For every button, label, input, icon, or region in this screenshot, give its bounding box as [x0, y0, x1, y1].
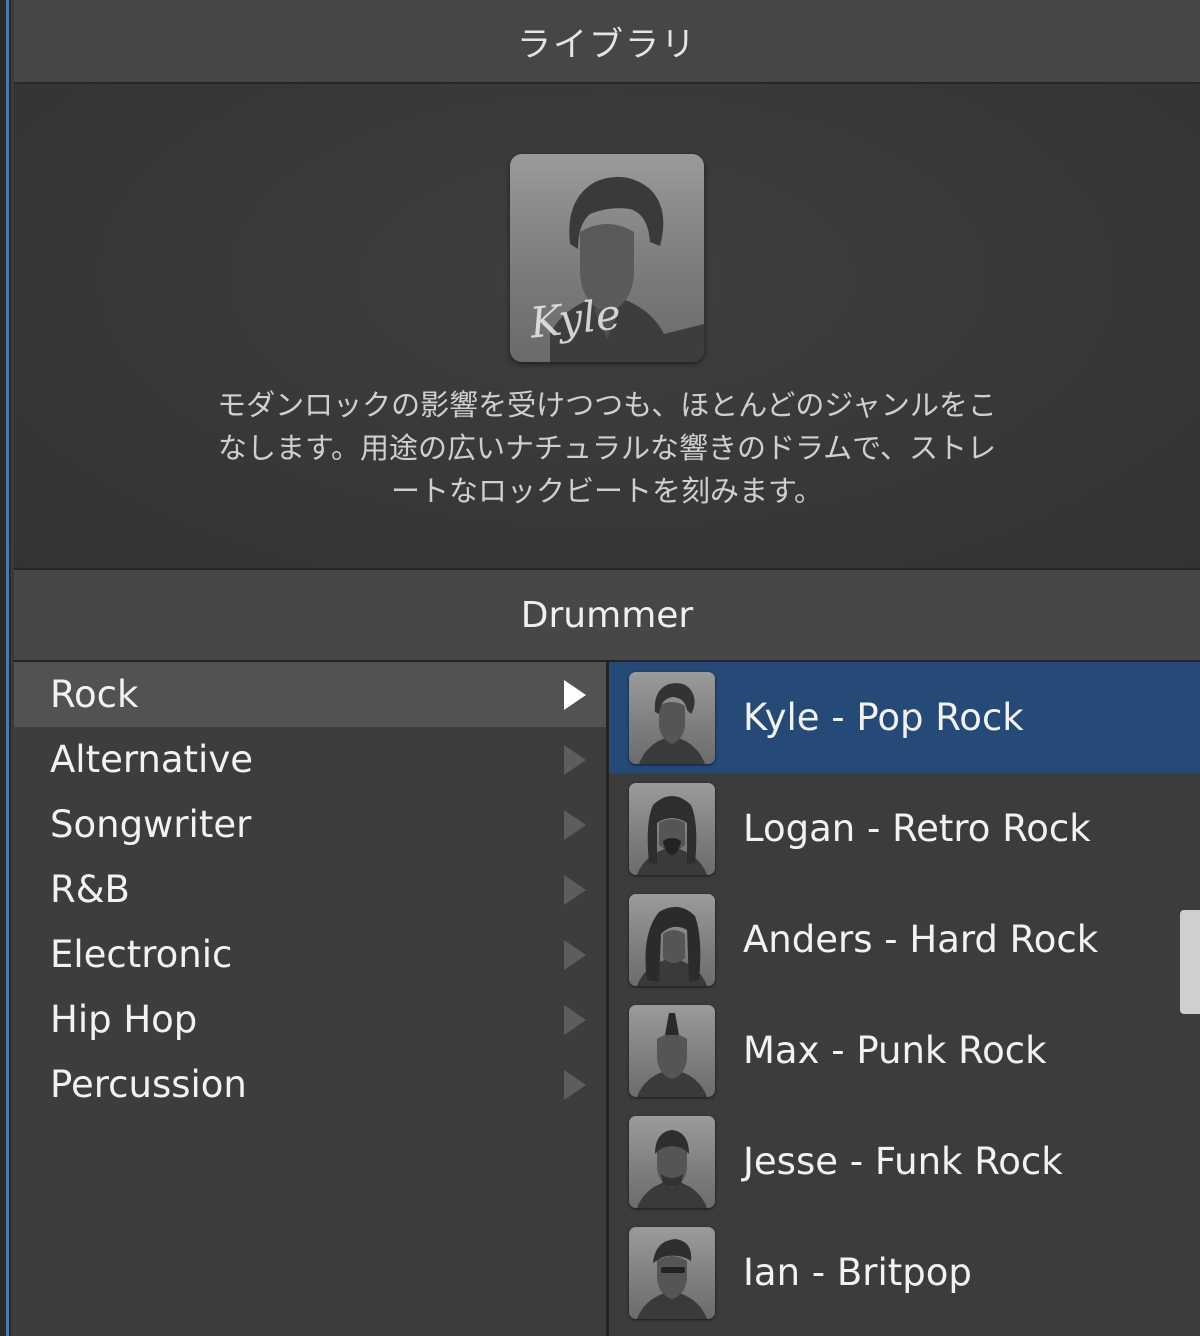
genre-item-songwriter[interactable]: Songwriter	[14, 792, 606, 857]
drummer-item-ian[interactable]: Ian - Britpop	[609, 1217, 1200, 1328]
anders-avatar-icon	[637, 906, 707, 986]
drummer-name: Max - Punk Rock	[743, 1029, 1047, 1072]
genre-item-rnb[interactable]: R&B	[14, 857, 606, 922]
genre-label: Songwriter	[50, 803, 252, 846]
genre-label: Percussion	[50, 1063, 247, 1106]
drummer-info-area: Kyle モダンロックの影響を受けつつも、ほとんどのジャンルをこ なします。用途…	[14, 84, 1200, 570]
drummer-name: Ian - Britpop	[743, 1251, 972, 1294]
max-avatar-icon	[637, 1013, 707, 1097]
library-title: ライブラリ	[14, 0, 1200, 84]
description-line: モダンロックの影響を受けつつも、ほとんどのジャンルをこ	[217, 388, 997, 422]
disclosure-arrow-icon	[564, 874, 586, 905]
drummer-item-jesse[interactable]: Jesse - Funk Rock	[609, 1106, 1200, 1217]
drummer-signature: Kyle	[527, 289, 624, 348]
scroll-handle[interactable]	[1180, 910, 1200, 1014]
description-line: なします。用途の広いナチュラルな響きのドラムで、ストレ	[217, 431, 997, 465]
drummer-item-logan[interactable]: Logan - Retro Rock	[609, 773, 1200, 884]
drummer-name: Logan - Retro Rock	[743, 807, 1091, 850]
drummer-list: Kyle - Pop Rock Logan - Retro Rock Ander…	[609, 662, 1200, 1336]
drummer-description: モダンロックの影響を受けつつも、ほとんどのジャンルをこ なします。用途の広いナチ…	[164, 384, 1050, 513]
logan-avatar-icon	[637, 796, 707, 875]
genre-label: Alternative	[50, 738, 253, 781]
disclosure-arrow-icon	[564, 1069, 586, 1100]
drummer-portrait: Kyle	[510, 154, 704, 362]
avatar	[629, 1116, 715, 1208]
genre-label: Hip Hop	[50, 998, 198, 1041]
drummer-name: Anders - Hard Rock	[743, 918, 1099, 961]
ian-avatar-icon	[637, 1239, 707, 1319]
genre-label: Electronic	[50, 933, 233, 976]
disclosure-arrow-icon	[564, 679, 586, 710]
drummer-section-title: Drummer	[14, 570, 1200, 662]
genre-item-electronic[interactable]: Electronic	[14, 922, 606, 987]
genre-label: R&B	[50, 868, 130, 911]
drummer-item-anders[interactable]: Anders - Hard Rock	[609, 884, 1200, 995]
avatar	[629, 894, 715, 986]
drummer-name: Kyle - Pop Rock	[743, 696, 1024, 739]
kyle-avatar-icon	[639, 683, 705, 764]
avatar	[629, 672, 715, 764]
avatar	[629, 1005, 715, 1097]
disclosure-arrow-icon	[564, 744, 586, 775]
disclosure-arrow-icon	[564, 1004, 586, 1035]
drummer-item-kyle[interactable]: Kyle - Pop Rock	[609, 662, 1200, 773]
disclosure-arrow-icon	[564, 809, 586, 840]
genre-label: Rock	[50, 673, 139, 716]
drummer-name: Jesse - Funk Rock	[743, 1140, 1063, 1183]
description-line: ートなロックビートを刻みます。	[390, 474, 824, 508]
genre-item-alternative[interactable]: Alternative	[14, 727, 606, 792]
genre-item-hip-hop[interactable]: Hip Hop	[14, 987, 606, 1052]
avatar	[629, 783, 715, 875]
genre-item-rock[interactable]: Rock	[14, 662, 606, 727]
window-left-edge	[0, 0, 11, 1336]
library-panel: ライブラリ Kyle モダンロックの影響を受けつつも、ほとんどのジャンルをこ な…	[14, 0, 1200, 1336]
genre-list: Rock Alternative Songwriter R&B Electron…	[14, 662, 606, 1336]
genre-item-percussion[interactable]: Percussion	[14, 1052, 606, 1117]
drummer-item-max[interactable]: Max - Punk Rock	[609, 995, 1200, 1106]
jesse-avatar-icon	[637, 1130, 707, 1208]
avatar	[629, 1227, 715, 1319]
disclosure-arrow-icon	[564, 939, 586, 970]
